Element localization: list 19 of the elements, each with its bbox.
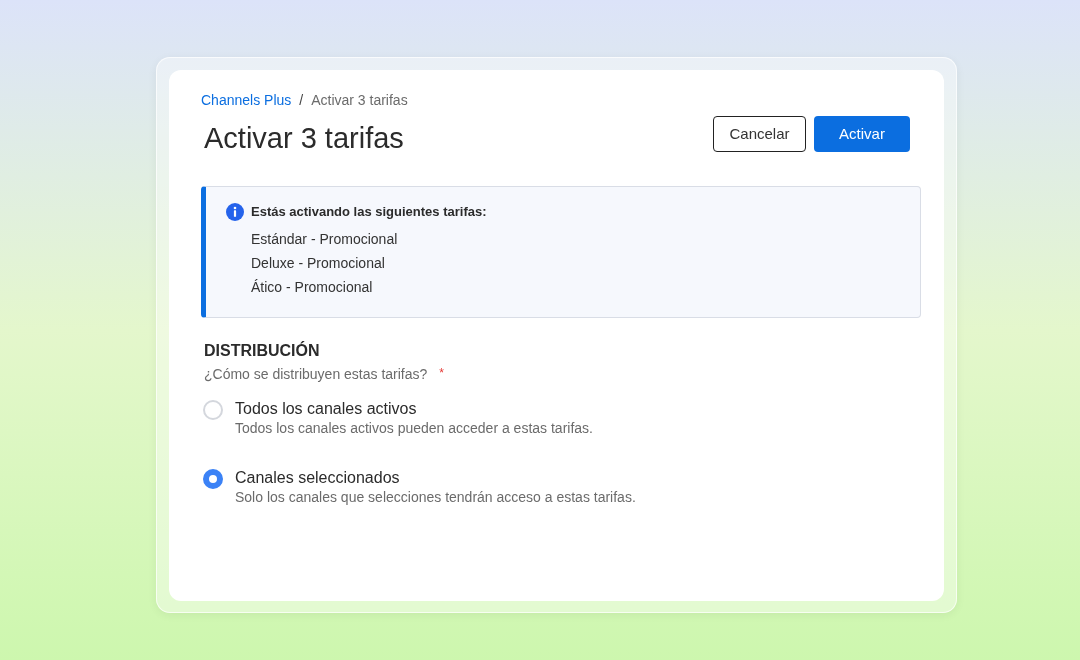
activate-button[interactable]: Activar xyxy=(814,116,910,152)
rate-item: Estándar - Promocional xyxy=(251,229,399,249)
option-label[interactable]: Canales seleccionados xyxy=(235,468,636,488)
radio-button[interactable] xyxy=(203,469,223,489)
section-heading: DISTRIBUCIÓN xyxy=(204,341,321,361)
option-label[interactable]: Todos los canales activos xyxy=(235,399,593,419)
info-icon xyxy=(226,202,244,221)
cancel-button[interactable]: Cancelar xyxy=(713,116,806,152)
breadcrumb-link[interactable]: Channels Plus xyxy=(201,89,292,111)
rate-item: Ático - Promocional xyxy=(251,277,374,297)
breadcrumb-current: Activar 3 tarifas xyxy=(311,90,408,110)
option-description: Todos los canales activos pueden acceder a estas tarifas. xyxy=(235,419,593,437)
breadcrumb-separator: / xyxy=(299,90,304,110)
notice-heading: Estás activando las siguientes tarifas: xyxy=(251,203,487,221)
field-question: ¿Cómo se distribuyen estas tarifas? xyxy=(204,365,428,383)
rate-item: Deluxe - Promocional xyxy=(251,253,386,273)
page-title: Activar 3 tarifas xyxy=(204,121,404,156)
required-mark: * xyxy=(439,365,444,381)
option-description: Solo los canales que selecciones tendrán acceso a estas tarifas. xyxy=(235,488,636,506)
